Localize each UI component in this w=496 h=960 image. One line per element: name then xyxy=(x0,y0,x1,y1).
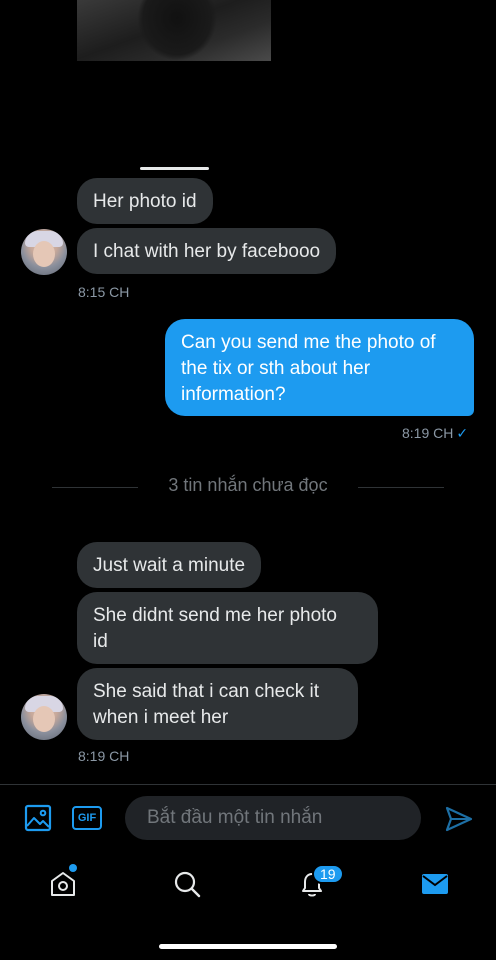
sent-timestamp: 8:19 CH ✓ xyxy=(402,425,468,442)
photo-handle-bar xyxy=(140,167,209,170)
home-icon[interactable] xyxy=(47,868,79,900)
outgoing-message[interactable]: Can you send me the photo of the tix or … xyxy=(165,319,474,416)
shared-photo[interactable] xyxy=(77,0,271,61)
incoming-message[interactable]: She didnt send me her photo id xyxy=(77,592,378,664)
message-input[interactable]: Bắt đầu một tin nhắn xyxy=(125,796,421,840)
search-icon[interactable] xyxy=(171,868,203,900)
incoming-message[interactable]: I chat with her by facebooo xyxy=(77,228,337,274)
contact-avatar[interactable] xyxy=(21,229,67,275)
sent-time-text: 8:19 CH xyxy=(402,425,454,441)
messages-icon[interactable] xyxy=(420,870,450,898)
home-indicator[interactable] xyxy=(159,944,337,949)
incoming-message[interactable]: Just wait a minute xyxy=(77,542,262,588)
avatar-face xyxy=(33,241,55,267)
unread-divider: 3 tin nhắn chưa đọc xyxy=(168,475,328,495)
incoming-message[interactable]: Her photo id xyxy=(77,178,213,224)
gif-icon[interactable]: GIF xyxy=(72,806,102,830)
send-icon[interactable] xyxy=(443,804,475,834)
avatar-face xyxy=(33,706,55,732)
sent-check-icon: ✓ xyxy=(456,425,469,441)
contact-avatar[interactable] xyxy=(21,694,67,740)
image-icon[interactable] xyxy=(23,803,53,833)
notifications-badge: 19 xyxy=(312,864,344,884)
incoming-message[interactable]: She said that i can check it when i meet… xyxy=(77,668,358,740)
home-new-dot xyxy=(69,864,77,872)
gif-label: GIF xyxy=(77,812,97,824)
composer-divider xyxy=(0,784,496,785)
message-timestamp: 8:19 CH xyxy=(78,748,130,764)
photo-shadow xyxy=(137,0,217,61)
message-timestamp: 8:15 CH xyxy=(78,284,130,300)
message-placeholder: Bắt đầu một tin nhắn xyxy=(147,807,323,828)
